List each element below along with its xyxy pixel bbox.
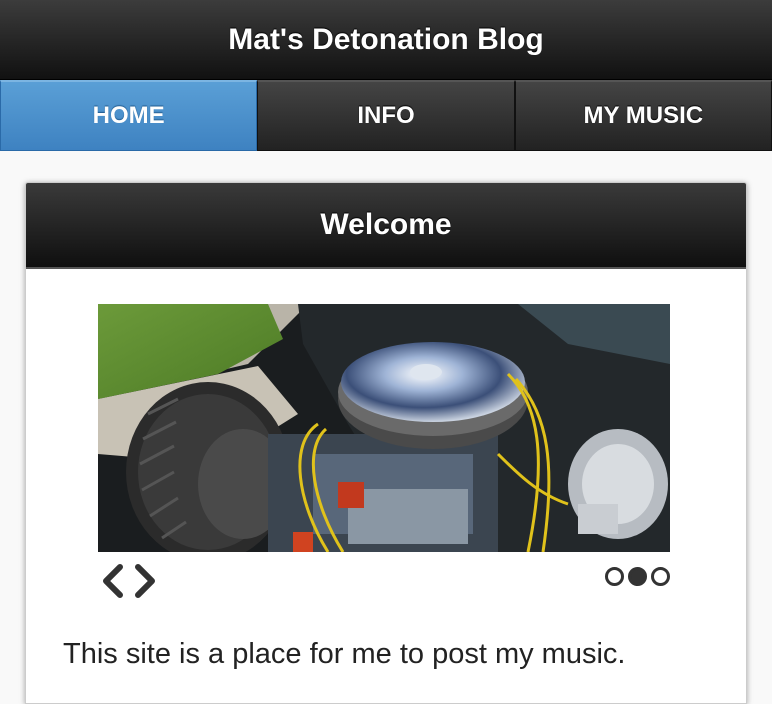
slide-indicator	[605, 567, 670, 586]
site-header: Mat's Detonation Blog	[0, 0, 772, 80]
panel-header: Welcome	[26, 183, 746, 269]
tab-info[interactable]: INFO	[257, 80, 515, 151]
slide-dot-2[interactable]	[628, 567, 647, 586]
slide-dot-1[interactable]	[605, 567, 624, 586]
welcome-panel: Welcome This site is a place for me to p…	[25, 182, 747, 704]
main-nav: HOME INFO MY MUSIC	[0, 80, 772, 151]
panel-title: Welcome	[320, 208, 452, 241]
chevron-left-icon[interactable]	[98, 563, 128, 599]
intro-text: This site is a place for me to post my m…	[63, 638, 626, 670]
tab-my-music[interactable]: MY MUSIC	[514, 80, 772, 151]
image-slider[interactable]	[98, 304, 670, 552]
chevron-right-icon[interactable]	[130, 563, 160, 599]
car-engine-photo	[98, 304, 670, 552]
slide-dot-3[interactable]	[651, 567, 670, 586]
tab-home[interactable]: HOME	[0, 80, 258, 151]
site-title: Mat's Detonation Blog	[228, 22, 544, 56]
slider-controls	[98, 563, 670, 599]
